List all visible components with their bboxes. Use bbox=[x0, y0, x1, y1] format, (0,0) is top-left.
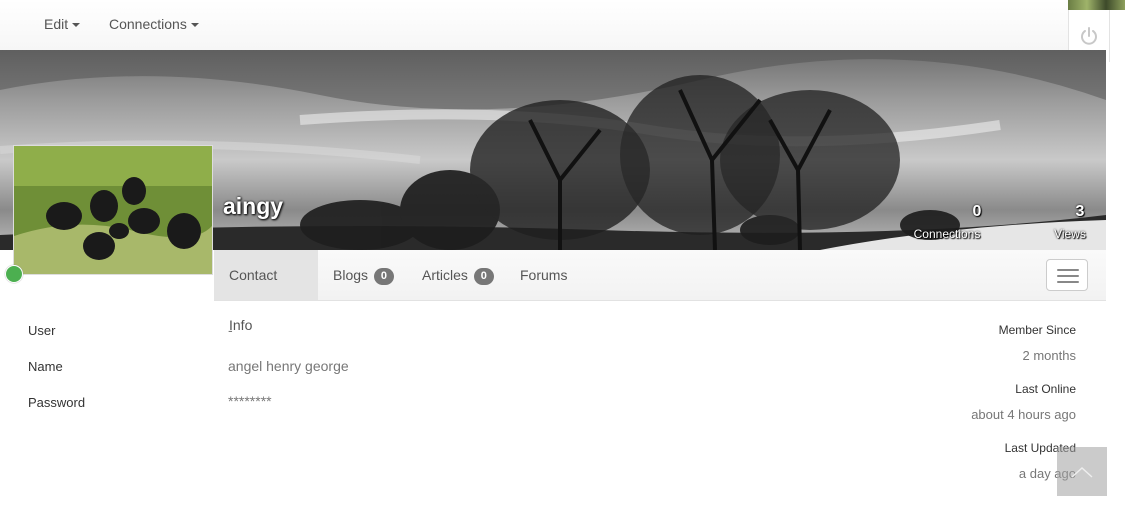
tab-contact-info[interactable]: Contact Info bbox=[214, 250, 318, 333]
password-field-label: Password bbox=[28, 395, 86, 410]
online-status-indicator bbox=[5, 265, 23, 283]
hamburger-bar bbox=[1057, 275, 1079, 277]
power-icon bbox=[1081, 27, 1097, 45]
last-online-value: about 4 hours ago bbox=[971, 407, 1076, 422]
profile-username: aingy bbox=[223, 193, 284, 219]
edit-menu[interactable]: Edit bbox=[44, 16, 81, 32]
tab-label: Contact Info bbox=[229, 267, 278, 333]
profile-avatar[interactable] bbox=[13, 145, 213, 275]
name-field-label: Name bbox=[28, 359, 63, 374]
chevron-up-icon bbox=[1071, 466, 1093, 478]
tab-forums[interactable]: Forums bbox=[505, 250, 582, 300]
member-since-label: Member Since bbox=[998, 323, 1076, 337]
connections-menu[interactable]: Connections bbox=[109, 16, 199, 32]
scroll-to-top-button[interactable] bbox=[1057, 447, 1107, 496]
user-field-value: - bbox=[228, 322, 233, 338]
tab-blogs[interactable]: Blogs 0 bbox=[318, 250, 409, 300]
views-label: Views bbox=[1054, 227, 1086, 241]
tab-label: Blogs bbox=[333, 267, 369, 283]
caret-down-icon bbox=[190, 23, 199, 28]
top-navbar: Edit Connections bbox=[0, 0, 1106, 50]
tab-articles[interactable]: Articles 0 bbox=[407, 250, 509, 300]
connections-menu-label: Connections bbox=[109, 16, 187, 32]
password-field-value: ******** bbox=[228, 393, 272, 409]
views-count: 3 bbox=[1075, 203, 1085, 220]
tab-label: Articles bbox=[422, 267, 468, 283]
caret-down-icon bbox=[72, 23, 81, 28]
connections-count: 0 bbox=[972, 203, 982, 220]
tab-label: Forums bbox=[520, 267, 568, 283]
name-field-value: angel henry george bbox=[228, 358, 349, 374]
last-online-label: Last Online bbox=[1015, 382, 1076, 396]
connections-label: Connections bbox=[913, 227, 981, 241]
articles-count-badge: 0 bbox=[473, 267, 494, 285]
avatar-image bbox=[14, 146, 212, 274]
edit-menu-label: Edit bbox=[44, 16, 69, 32]
profile-tabs: Contact Info Blogs 0 Articles 0 Forums bbox=[214, 250, 1106, 333]
hamburger-menu-icon bbox=[1057, 269, 1079, 271]
hamburger-menu-button[interactable] bbox=[1046, 259, 1088, 291]
user-field-label: User bbox=[28, 323, 56, 338]
blogs-count-badge: 0 bbox=[373, 267, 394, 285]
hamburger-bar bbox=[1057, 281, 1079, 283]
small-avatar-thumbnail[interactable] bbox=[1068, 0, 1125, 10]
member-since-value: 2 months bbox=[1022, 348, 1076, 363]
